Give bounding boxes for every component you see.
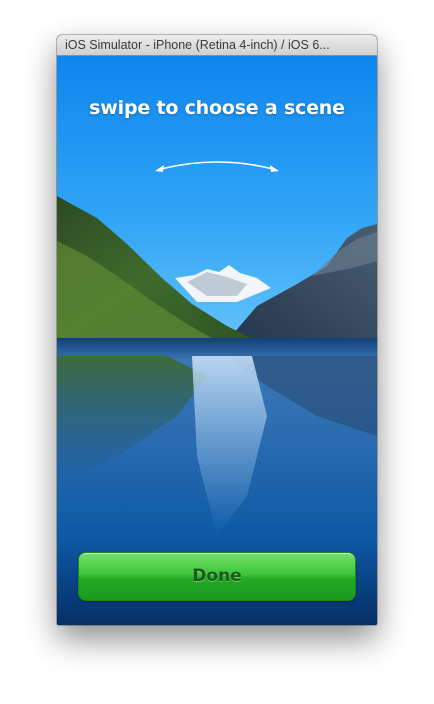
device-screen[interactable]: swipe to choose a scene Done	[57, 56, 377, 625]
done-button[interactable]: Done	[78, 552, 356, 601]
window-titlebar[interactable]: iOS Simulator - iPhone (Retina 4-inch) /…	[57, 35, 377, 56]
scene-background-image[interactable]	[57, 56, 377, 625]
swipe-arrow-icon	[155, 161, 279, 172]
swipe-instruction: swipe to choose a scene	[89, 97, 345, 119]
simulator-window: iOS Simulator - iPhone (Retina 4-inch) /…	[57, 35, 377, 625]
done-button-label: Done	[192, 566, 242, 586]
window-title: iOS Simulator - iPhone (Retina 4-inch) /…	[65, 38, 330, 52]
